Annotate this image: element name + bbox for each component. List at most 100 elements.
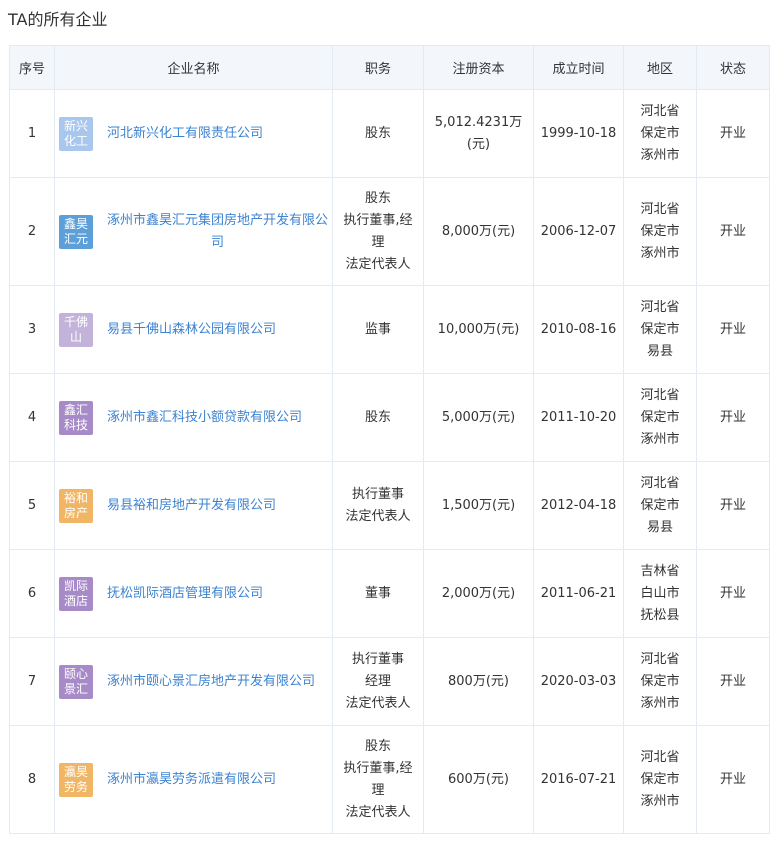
region-line: 河北省 (640, 103, 680, 119)
company-logo[interactable]: 鑫汇科技 (59, 400, 93, 435)
founded-date: 2010-08-16 (533, 285, 624, 374)
founded-date: 2020-03-03 (533, 637, 624, 726)
header-company-name: 企业名称 (54, 45, 333, 90)
company-logo[interactable]: 新兴化工 (59, 116, 93, 151)
region-line: 河北省 (640, 749, 680, 765)
position-line: 执行董事,经理 (343, 212, 413, 250)
region-line: 易县 (646, 343, 673, 359)
position-cell: 股东 执行董事,经理 法定代表人 (332, 177, 424, 286)
company-name-cell: 鑫汇科技 涿州市鑫汇科技小额贷款有限公司 (54, 373, 333, 462)
region-line: 保定市 (640, 409, 680, 425)
row-index: 2 (9, 177, 55, 286)
company-logo[interactable]: 凯际酒店 (59, 576, 93, 611)
table-row: 5 裕和房产 易县裕和房地产开发有限公司 执行董事法定代表人 1,500万(元) 2012… (9, 461, 770, 550)
region-line: 涿州市 (640, 431, 680, 447)
row-index: 5 (9, 461, 55, 550)
status-badge: 开业 (696, 461, 770, 550)
region-line: 白山市 (640, 585, 680, 601)
row-index: 4 (9, 373, 55, 462)
founded-date: 2011-10-20 (533, 373, 624, 462)
row-index: 8 (9, 725, 55, 834)
header-position: 职务 (332, 45, 424, 90)
company-name-link[interactable]: 涿州市鑫汇科技小额贷款有限公司 (107, 407, 302, 429)
registered-capital: 1,500万(元) (423, 461, 534, 550)
region-line: 河北省 (640, 651, 680, 667)
company-name-cell: 新兴化工 河北新兴化工有限责任公司 (54, 89, 333, 178)
region-line: 涿州市 (640, 793, 680, 809)
region-cell: 河北省 保定市 涿州市 (623, 177, 697, 286)
company-name-link[interactable]: 易县裕和房地产开发有限公司 (107, 495, 276, 517)
companies-table: 序号 企业名称 职务 注册资本 成立时间 地区 状态 1 新兴化工 河北新兴化工有限… (9, 45, 770, 834)
region-line: 保定市 (640, 125, 680, 141)
region-cell: 河北省 保定市 涿州市 (623, 373, 697, 462)
table-row: 2 鑫昊汇元 涿州市鑫昊汇元集团房地产开发有限公司 股东 执行董事,经理 法定代表人 8,0… (9, 177, 770, 286)
position-line: 监事 (364, 321, 391, 337)
header-region: 地区 (623, 45, 697, 90)
position-cell: 股东 执行董事,经理 法定代表人 (332, 725, 424, 834)
company-name-link[interactable]: 涿州市瀛昊劳务派遣有限公司 (107, 769, 276, 791)
position-line: 股东 (364, 409, 391, 425)
position-line: 董事 (364, 585, 391, 601)
region-cell: 河北省 保定市 涿州市 (623, 637, 697, 726)
row-index: 3 (9, 285, 55, 374)
registered-capital: 5,000万(元) (423, 373, 534, 462)
company-name-link[interactable]: 抚松凯际酒店管理有限公司 (107, 583, 263, 605)
region-line: 易县 (646, 519, 673, 535)
region-cell: 河北省 保定市 涿州市 (623, 725, 697, 834)
row-index: 7 (9, 637, 55, 726)
header-registered-capital: 注册资本 (423, 45, 534, 90)
position-line: 执行董事 (351, 651, 404, 667)
company-logo[interactable]: 鑫昊汇元 (59, 214, 93, 249)
header-status: 状态 (696, 45, 770, 90)
company-logo[interactable]: 裕和房产 (59, 488, 93, 523)
position-line: 法定代表人 (345, 804, 411, 820)
position-line: 法定代表人 (345, 695, 411, 711)
table-row: 8 瀛昊劳务 涿州市瀛昊劳务派遣有限公司 股东 执行董事,经理 法定代表人 600万(元) 2… (9, 725, 770, 834)
status-badge: 开业 (696, 637, 770, 726)
founded-date: 2006-12-07 (533, 177, 624, 286)
company-name-cell: 千佛山 易县千佛山森林公园有限公司 (54, 285, 333, 374)
region-cell: 河北省 保定市 易县 (623, 461, 697, 550)
company-name-cell: 凯际酒店 抚松凯际酒店管理有限公司 (54, 549, 333, 638)
region-line: 吉林省 (640, 563, 680, 579)
registered-capital: 10,000万(元) (423, 285, 534, 374)
status-badge: 开业 (696, 177, 770, 286)
company-name-cell: 鑫昊汇元 涿州市鑫昊汇元集团房地产开发有限公司 (54, 177, 333, 286)
region-line: 抚松县 (640, 607, 680, 623)
company-name-link[interactable]: 涿州市颐心景汇房地产开发有限公司 (107, 671, 315, 693)
position-cell: 股东 (332, 89, 424, 178)
founded-date: 2016-07-21 (533, 725, 624, 834)
position-line: 执行董事 (351, 486, 404, 502)
region-line: 保定市 (640, 771, 680, 787)
position-line: 股东 (364, 738, 391, 754)
status-badge: 开业 (696, 549, 770, 638)
region-line: 保定市 (640, 223, 680, 239)
company-name-cell: 裕和房产 易县裕和房地产开发有限公司 (54, 461, 333, 550)
company-logo[interactable]: 千佛山 (59, 312, 93, 347)
company-name-link[interactable]: 河北新兴化工有限责任公司 (107, 123, 263, 145)
header-index: 序号 (9, 45, 55, 90)
position-line: 股东 (364, 125, 391, 141)
region-line: 涿州市 (640, 147, 680, 163)
company-logo[interactable]: 颐心景汇 (59, 664, 93, 699)
position-line: 法定代表人 (345, 256, 411, 272)
founded-date: 2011-06-21 (533, 549, 624, 638)
company-name-link[interactable]: 易县千佛山森林公园有限公司 (107, 319, 276, 341)
registered-capital: 600万(元) (423, 725, 534, 834)
position-line: 法定代表人 (345, 508, 411, 524)
position-cell: 执行董事经理法定代表人 (332, 637, 424, 726)
region-line: 河北省 (640, 299, 680, 315)
company-name-cell: 颐心景汇 涿州市颐心景汇房地产开发有限公司 (54, 637, 333, 726)
region-line: 涿州市 (640, 695, 680, 711)
region-cell: 吉林省 白山市 抚松县 (623, 549, 697, 638)
row-index: 1 (9, 89, 55, 178)
founded-date: 2012-04-18 (533, 461, 624, 550)
company-logo[interactable]: 瀛昊劳务 (59, 762, 93, 797)
section-title: TA的所有企业 (8, 10, 108, 29)
position-line: 经理 (364, 673, 391, 689)
status-badge: 开业 (696, 89, 770, 178)
status-badge: 开业 (696, 373, 770, 462)
company-name-link[interactable]: 涿州市鑫昊汇元集团房地产开发有限公司 (107, 210, 328, 254)
region-line: 保定市 (640, 497, 680, 513)
region-line: 河北省 (640, 201, 680, 217)
